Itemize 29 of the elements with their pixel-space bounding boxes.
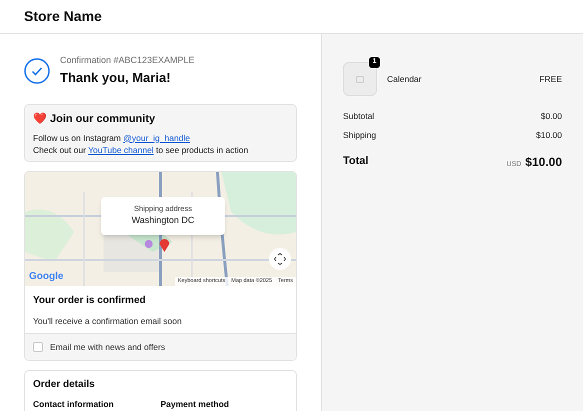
confirmation-number: Confirmation #ABC123EXAMPLE: [60, 54, 195, 67]
summary-label: Shipping: [343, 128, 376, 142]
link[interactable]: YouTube channel: [88, 144, 154, 154]
details-column-heading: Contact information: [33, 398, 115, 411]
details-column-heading: Payment method: [160, 398, 230, 411]
move-icon: [274, 252, 286, 264]
popup-value: Washington DC: [132, 214, 194, 228]
heart-icon: ❤: [33, 111, 47, 128]
community-title: Join our community: [50, 112, 156, 127]
community-text: Follow us on Instagram @your_ig_handle: [33, 132, 192, 144]
map-logo: Google: [29, 270, 64, 284]
newsletter-checkbox[interactable]: [33, 342, 43, 352]
store-name[interactable]: Store Name: [24, 6, 102, 27]
summary-value: $0.00: [540, 110, 562, 123]
product-name: Calendar: [387, 72, 422, 86]
image-icon: [356, 76, 364, 82]
community-text: Check out our YouTube channel to see products in action: [33, 144, 250, 156]
link[interactable]: @your_ig_handle: [123, 132, 190, 142]
status-title: Your order is confirmed: [33, 294, 147, 308]
summary-label: Subtotal: [343, 110, 374, 123]
check-circle-icon: [24, 58, 50, 84]
order-details-title: Order details: [33, 378, 96, 392]
summary-value: $10.00: [536, 128, 562, 142]
newsletter-label: Email me with news and offers: [50, 340, 166, 354]
status-text: You'll receive a confirmation email soon: [33, 314, 183, 328]
total-label: Total: [343, 154, 368, 170]
product-price: FREE: [539, 72, 562, 86]
total-value: $10.00: [525, 154, 562, 170]
thank-you-heading: Thank you, Maria!: [60, 68, 172, 87]
